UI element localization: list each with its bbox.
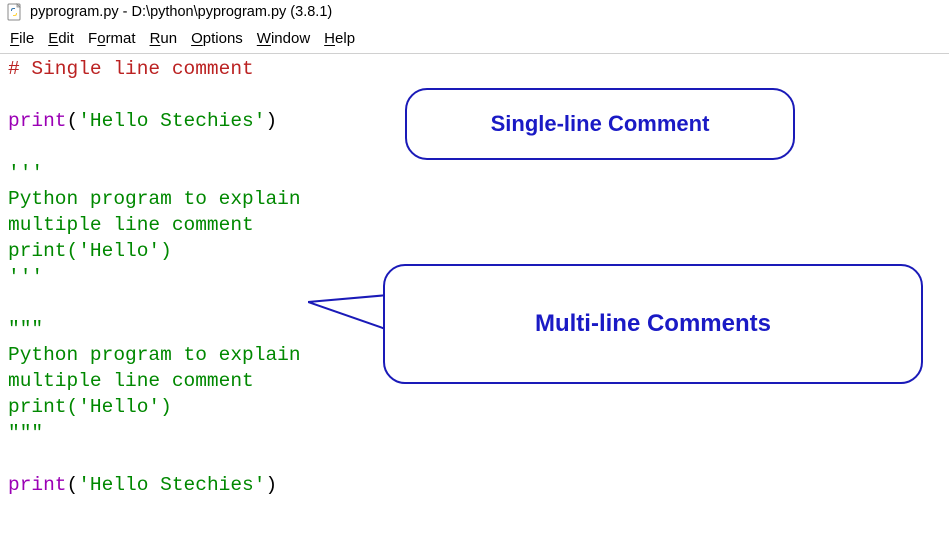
- code-token: (: [67, 474, 79, 496]
- code-token: ): [265, 474, 277, 496]
- code-line: print('Hello'): [8, 240, 172, 262]
- code-line: """: [8, 318, 43, 340]
- menu-format[interactable]: Format: [88, 30, 136, 47]
- code-line: multiple line comment: [8, 370, 254, 392]
- annotation-label: Multi-line Comments: [535, 310, 771, 338]
- code-line: # Single line comment: [8, 58, 254, 80]
- code-line: Python program to explain: [8, 344, 301, 366]
- menu-run[interactable]: Run: [150, 30, 178, 47]
- code-token: print: [8, 110, 67, 132]
- menu-file[interactable]: File: [10, 30, 34, 47]
- annotation-label: Single-line Comment: [491, 111, 710, 137]
- code-token: 'Hello Stechies': [78, 474, 265, 496]
- code-token: print: [8, 474, 67, 496]
- menu-options[interactable]: Options: [191, 30, 243, 47]
- menu-bar: File Edit Format Run Options Window Help: [0, 24, 949, 54]
- code-line: multiple line comment: [8, 214, 254, 236]
- window-title: pyprogram.py - D:\python\pyprogram.py (3…: [30, 4, 332, 20]
- code-token: (: [67, 110, 79, 132]
- window-title-bar: pyprogram.py - D:\python\pyprogram.py (3…: [0, 0, 949, 24]
- code-line: ''': [8, 266, 43, 288]
- code-line: Python program to explain: [8, 188, 301, 210]
- menu-help[interactable]: Help: [324, 30, 355, 47]
- annotation-single-line: Single-line Comment: [405, 88, 795, 160]
- code-line: print('Hello'): [8, 396, 172, 418]
- annotation-multi-line: Multi-line Comments: [383, 264, 923, 384]
- python-file-icon: [6, 3, 24, 21]
- code-token: ): [265, 110, 277, 132]
- menu-edit[interactable]: Edit: [48, 30, 74, 47]
- code-line: ''': [8, 162, 43, 184]
- menu-window[interactable]: Window: [257, 30, 310, 47]
- code-line: """: [8, 422, 43, 444]
- code-token: 'Hello Stechies': [78, 110, 265, 132]
